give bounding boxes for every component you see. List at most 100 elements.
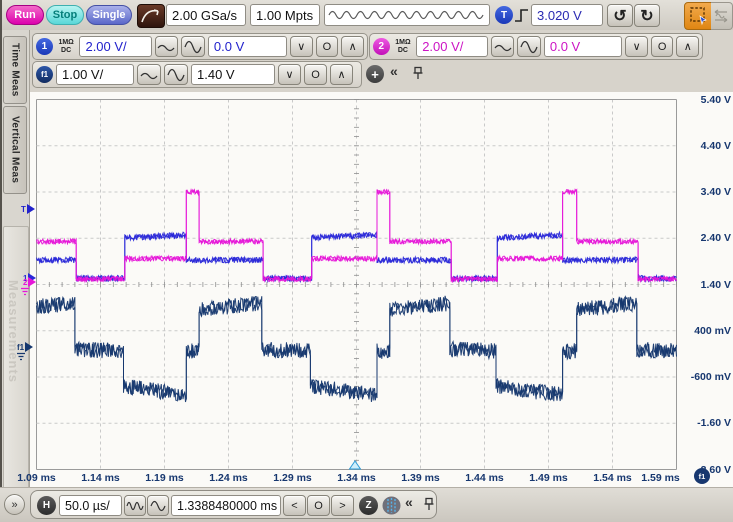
math-f1-offset-down-button[interactable]: ∨: [278, 64, 301, 85]
f1-axis-badge: f1: [694, 468, 710, 484]
trigger-edge-icon[interactable]: [514, 5, 530, 25]
pin-channels-button[interactable]: [412, 66, 424, 86]
y-axis-label: 1.40 V: [671, 279, 731, 291]
channel1-offset-up-button[interactable]: ∧: [341, 36, 364, 57]
trigger-arrow-icon: [27, 204, 35, 214]
x-axis-label: 1.49 ms: [521, 472, 577, 484]
ch2-ground-arrow-icon: [28, 277, 36, 287]
ground-symbol-icon: [16, 352, 27, 361]
horizontal-badge[interactable]: H: [37, 496, 56, 515]
x-axis-label: 1.39 ms: [393, 472, 449, 484]
channel2-wave-small-button[interactable]: [491, 36, 515, 57]
window-edge: [0, 0, 2, 522]
scope-canvas[interactable]: [36, 99, 677, 470]
selection-rect-icon: [689, 6, 709, 26]
expand-sidebar-button[interactable]: »: [4, 494, 25, 515]
time-reference-marker[interactable]: [350, 461, 361, 469]
tab-vertical-meas[interactable]: Vertical Meas: [3, 106, 27, 194]
timebase-scale-value[interactable]: 50.0 µs/: [59, 495, 122, 516]
pushpin-icon: [423, 497, 435, 512]
pan-zoom-icon: [713, 6, 731, 26]
trigger-pattern-display[interactable]: [324, 4, 490, 26]
trigger-badge[interactable]: T: [495, 6, 513, 24]
delay-right-button[interactable]: >: [331, 495, 354, 516]
math-f1-offset-dial-button[interactable]: O: [304, 64, 327, 85]
channel1-offset-value[interactable]: 0.0 V: [208, 36, 287, 57]
channel1-badge[interactable]: 1: [36, 38, 53, 55]
collapse-channels-button[interactable]: «: [390, 63, 398, 79]
math-f1-scale-value[interactable]: 1.00 V/: [56, 64, 134, 85]
timebase-wave-fast-button[interactable]: [124, 495, 146, 516]
math-f1-group: f1 1.00 V/ 1.40 V ∨ O ∧: [32, 61, 362, 88]
math-f1-wave-small-button[interactable]: [137, 64, 161, 85]
channel1-scale-value[interactable]: 2.00 V/: [79, 36, 151, 57]
delay-left-button[interactable]: <: [283, 495, 306, 516]
measurements-watermark: Measurements: [6, 280, 21, 383]
x-axis-label: 1.29 ms: [265, 472, 321, 484]
memory-depth-value: 1.00 Mpts: [250, 4, 320, 26]
x-axis-label: 1.24 ms: [201, 472, 257, 484]
channel2-offset-up-button[interactable]: ∧: [676, 36, 699, 57]
sample-rate-value: 2.00 GSa/s: [166, 4, 246, 26]
pan-zoom-waveform-button[interactable]: [711, 2, 733, 30]
collapse-horizontal-button[interactable]: «: [405, 494, 413, 510]
top-toolbar: Run Stop Single 2.00 GSa/s 1.00 Mpts T 3…: [0, 0, 733, 31]
delay-dial-button[interactable]: O: [307, 495, 330, 516]
ground-symbol-icon: [20, 287, 31, 296]
channel2-group: 2 1MΩDC 2.00 V/ 0.0 V ∨ O ∧: [369, 33, 703, 60]
redo-button[interactable]: ↻: [634, 4, 660, 27]
y-axis-label: 5.40 V: [671, 94, 731, 106]
zoom-button[interactable]: Z: [359, 496, 378, 515]
y-axis-label: -600 mV: [671, 371, 731, 383]
display-settings-button[interactable]: [137, 4, 165, 28]
x-axis-label: 1.14 ms: [73, 472, 129, 484]
channel2-offset-down-button[interactable]: ∨: [625, 36, 648, 57]
pin-horizontal-button[interactable]: [423, 497, 435, 517]
channel1-offset-down-button[interactable]: ∨: [290, 36, 313, 57]
sine-pattern-icon: [325, 5, 489, 25]
math-f1-offset-up-button[interactable]: ∧: [330, 64, 353, 85]
channel2-coupling-label[interactable]: 1MΩDC: [393, 39, 414, 54]
math-f1-wave-large-button[interactable]: [164, 64, 188, 85]
delay-value[interactable]: 1.3388480000 ms: [171, 495, 281, 516]
ch2-ground-marker[interactable]: 2: [23, 277, 36, 287]
channel2-offset-value[interactable]: 0.0 V: [544, 36, 622, 57]
x-axis-label: 1.44 ms: [457, 472, 513, 484]
y-axis-label: 3.40 V: [671, 186, 731, 198]
add-function-button[interactable]: +: [366, 65, 384, 83]
channel-bar: 1 1MΩDC 2.00 V/ 0.0 V ∨ O ∧ 2 1MΩDC 2.00…: [0, 30, 733, 92]
y-axis-label: 4.40 V: [671, 140, 731, 152]
f1-ground-marker[interactable]: f1: [17, 342, 33, 352]
x-axis-label: 1.59 ms: [633, 472, 689, 484]
f1-ground-arrow-icon: [25, 342, 33, 352]
channel2-scale-value[interactable]: 2.00 V/: [416, 36, 488, 57]
timebase-wave-slow-button[interactable]: [147, 495, 169, 516]
channel2-badge[interactable]: 2: [373, 38, 390, 55]
channel1-group: 1 1MΩDC 2.00 V/ 0.0 V ∨ O ∧: [32, 33, 368, 60]
channel1-wave-large-button[interactable]: [181, 36, 205, 57]
y-axis-label: 2.40 V: [671, 232, 731, 244]
trigger-level-marker[interactable]: T: [21, 204, 35, 214]
x-axis-label: 1.34 ms: [329, 472, 385, 484]
tab-time-meas[interactable]: Time Meas: [3, 36, 27, 104]
channel2-offset-dial-button[interactable]: O: [651, 36, 674, 57]
stop-button[interactable]: Stop: [46, 5, 84, 25]
measurement-sidebar: Time Meas Vertical Meas Measurements: [0, 30, 30, 487]
run-button[interactable]: Run: [6, 5, 44, 25]
selection-mode-button[interactable]: [684, 2, 713, 30]
trigger-level-value[interactable]: 3.020 V: [531, 4, 603, 26]
channel1-wave-small-button[interactable]: [155, 36, 179, 57]
undo-button[interactable]: ↺: [607, 4, 633, 27]
x-axis-label: 1.19 ms: [137, 472, 193, 484]
waveform-display: 5.40 V4.40 V3.40 V2.40 V1.40 V400 mV-600…: [30, 92, 733, 487]
channel1-coupling-label[interactable]: 1MΩDC: [56, 39, 77, 54]
display-grid-button[interactable]: [382, 496, 401, 520]
channel2-wave-large-button[interactable]: [517, 36, 541, 57]
horizontal-bar: » H 50.0 µs/ 1.3388480000 ms < O > Z «: [0, 487, 733, 522]
math-f1-offset-value[interactable]: 1.40 V: [191, 64, 275, 85]
channel1-offset-dial-button[interactable]: O: [316, 36, 339, 57]
single-button[interactable]: Single: [86, 5, 132, 25]
math-f1-badge[interactable]: f1: [36, 66, 53, 83]
y-axis-label: -1.60 V: [671, 417, 731, 429]
grid-display-icon: [382, 496, 401, 515]
